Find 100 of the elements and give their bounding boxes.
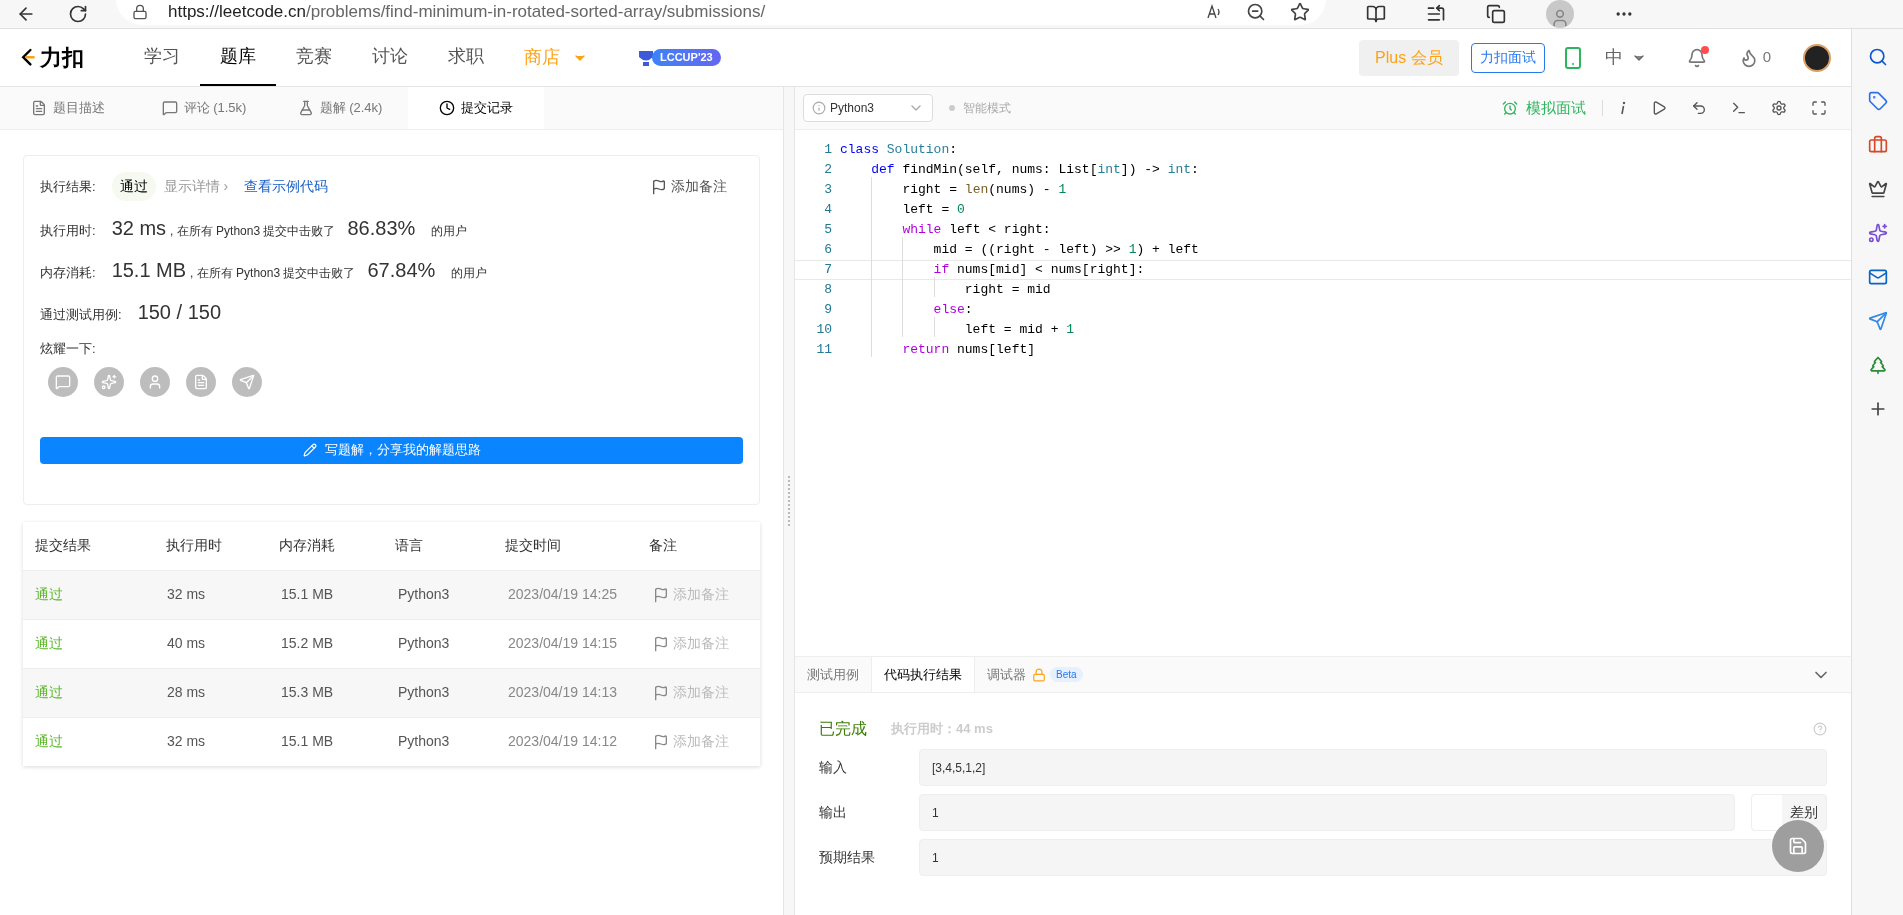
search-icon[interactable] (1867, 47, 1888, 67)
cases-value: 150 / 150 (137, 300, 222, 325)
field-label: 输入 (819, 758, 848, 777)
streak-count: 0 (1762, 47, 1771, 68)
read-aloud-icon[interactable] (1206, 4, 1222, 20)
line-number: 11 (815, 341, 832, 360)
output-field: [3,4,5,1,2] (919, 749, 1827, 786)
zoom-out-icon[interactable] (1246, 2, 1266, 22)
code-line: 3 right = len(nums) - 1 (795, 180, 1851, 200)
stat-label: 执行用时: (40, 222, 96, 240)
document-icon (31, 100, 47, 116)
field-label: 输出 (819, 803, 848, 822)
line-number: 7 (823, 261, 832, 280)
flag-icon (653, 635, 669, 652)
panel-tab[interactable]: 提交记录 (408, 87, 544, 129)
column-header: 执行用时 (166, 536, 224, 555)
user-avatar[interactable] (1803, 43, 1831, 72)
nav-link[interactable]: 讨论 (352, 29, 428, 86)
code-line: 7 if nums[mid] < nums[right]: (795, 260, 1851, 280)
info-icon[interactable] (1619, 101, 1627, 115)
table-cell-text: 2023/04/19 14:25 (508, 585, 618, 604)
table-cell-text: 15.1 MB (281, 585, 335, 604)
interview-button[interactable]: 力扣面试 (1470, 42, 1545, 73)
result-label: 执行结果: (40, 177, 96, 196)
settings-icon[interactable] (1771, 100, 1787, 116)
send-icon[interactable] (1867, 311, 1888, 331)
status-link[interactable]: 通过 (35, 682, 167, 703)
stat-text: , 在所有 Python3 提交中击败了 (170, 223, 336, 240)
stat-suffix: 的用户 (431, 223, 468, 240)
add-note-button[interactable]: 添加备注 (651, 176, 727, 197)
console-tab[interactable]: 代码执行结果 (871, 657, 975, 692)
favorites-icon[interactable] (1426, 4, 1446, 24)
language-dropdown[interactable]: Python3 (803, 94, 933, 122)
details-link[interactable]: 显示详情 › (163, 176, 229, 197)
status-link[interactable]: 通过 (35, 633, 167, 654)
status-link[interactable]: 通过 (35, 584, 167, 605)
stat-percent: 86.83% (347, 216, 416, 241)
nav-link[interactable]: 竞赛 (276, 29, 352, 86)
pencil-icon (302, 443, 317, 457)
reset-icon[interactable] (1691, 100, 1707, 116)
column-header: 内存消耗 (279, 536, 337, 555)
stat-value: 15.1 MB (111, 258, 187, 283)
line-number: 5 (823, 221, 832, 240)
code-line: 1 class Solution: (795, 140, 1851, 160)
stat-label: 内存消耗: (40, 264, 96, 282)
language-select[interactable]: 中 (1604, 44, 1647, 71)
column-header: 语言 (395, 536, 425, 555)
table-cell-text: 32 ms (167, 732, 207, 751)
completed-status: 已完成 (819, 719, 867, 739)
output-field: 1 (919, 839, 1827, 876)
line-number: 9 (823, 301, 832, 320)
panel-tab[interactable]: 题目描述 (0, 87, 136, 129)
mail-icon[interactable] (1867, 267, 1888, 287)
code-line: 4 left = 0 (795, 200, 1851, 220)
tag-icon[interactable] (1867, 91, 1888, 111)
nav-link[interactable]: 求职 (428, 29, 504, 86)
console-icon[interactable] (1731, 100, 1747, 116)
line-number: 8 (823, 281, 832, 300)
resize-handle[interactable] (788, 476, 790, 526)
mock-interview-button[interactable]: 模拟面试 (1502, 96, 1586, 120)
reload-icon[interactable] (68, 4, 88, 24)
panel-tab[interactable]: 评论 (1.5k) (136, 87, 272, 129)
flag-icon (651, 178, 667, 195)
address-bar[interactable]: https://leetcode.cn/problems/find-minimum-in-rotated-sorted-array/submissions/ (116, 0, 1326, 25)
toolbox-icon[interactable] (1867, 135, 1888, 155)
code-line: 11 return nums[left] (795, 340, 1851, 360)
table-cell-text: 28 ms (167, 683, 207, 702)
line-number: 4 (823, 201, 832, 220)
flag-icon (653, 586, 669, 603)
line-number: 1 (823, 141, 832, 160)
status-link[interactable]: 通过 (35, 731, 167, 752)
flask-icon (297, 100, 314, 116)
run-icon[interactable] (1651, 100, 1667, 116)
console-tab[interactable]: 测试用例 (795, 657, 871, 692)
write-solution-button[interactable]: 写题解，分享我的解题思路 (40, 436, 743, 464)
sample-code-link[interactable]: 查看示例代码 (244, 176, 329, 197)
notification-icon[interactable] (1686, 47, 1707, 68)
table-cell-text: 40 ms (167, 634, 207, 653)
code-line: 9 else: (795, 300, 1851, 320)
smart-mode-toggle[interactable]: 智能模式 (949, 99, 1011, 117)
logo-text[interactable]: 力扣 (40, 41, 84, 74)
nav-link[interactable]: 学习 (124, 29, 200, 86)
flag-icon (653, 733, 669, 750)
info-icon (812, 101, 826, 115)
panel-tab[interactable]: 题解 (2.4k) (272, 87, 408, 129)
beta-badge: Beta (1050, 667, 1083, 682)
line-number: 10 (815, 321, 832, 340)
code-line: 6 mid = ((right - left) >> 1) + left (795, 240, 1851, 260)
split-screen-icon[interactable] (1366, 4, 1386, 24)
profile-avatar[interactable] (1546, 0, 1574, 28)
stat-suffix: 的用户 (451, 265, 488, 282)
column-header: 备注 (648, 536, 678, 555)
table-cell-text: 15.1 MB (281, 732, 335, 751)
code-line: 5 while left < right: (795, 220, 1851, 240)
fullscreen-icon[interactable] (1811, 100, 1827, 116)
console-tab[interactable]: 调试器 Beta (975, 657, 1095, 692)
tree-icon[interactable] (1867, 355, 1888, 375)
favorite-icon[interactable] (1290, 2, 1310, 22)
output-field: 1 (919, 794, 1735, 831)
collections-icon[interactable] (1486, 4, 1506, 24)
